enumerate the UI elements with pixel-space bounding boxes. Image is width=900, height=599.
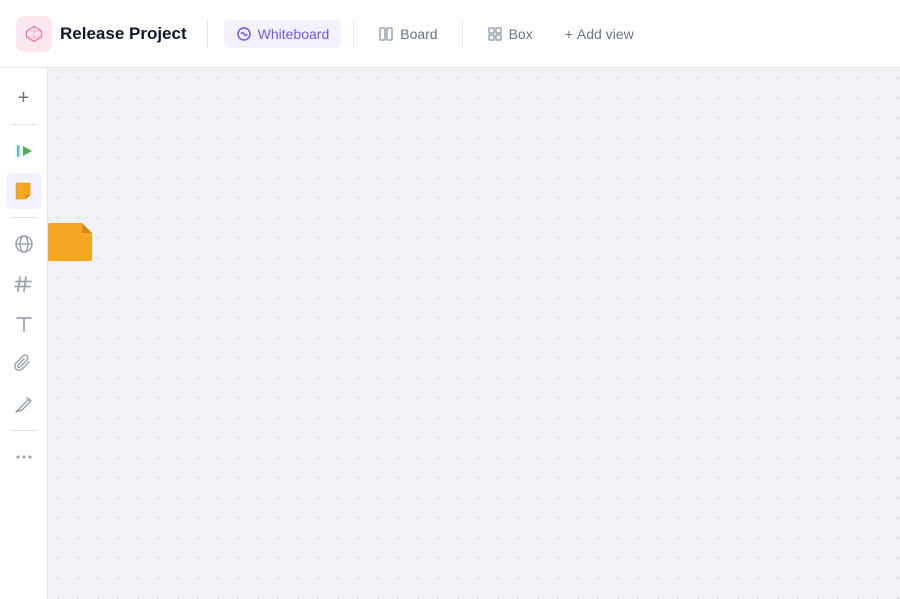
main-content: + xyxy=(0,68,900,599)
sticky-note-icon xyxy=(12,179,36,203)
sidebar-item-shapes[interactable] xyxy=(6,133,42,169)
attach-icon xyxy=(13,353,35,375)
add-view-label: Add view xyxy=(577,26,634,42)
tab-box-label: Box xyxy=(509,26,533,42)
add-view-button[interactable]: + Add view xyxy=(553,20,646,48)
sidebar-sep-3 xyxy=(10,430,38,431)
tab-divider-2 xyxy=(462,20,463,48)
board-icon xyxy=(378,26,394,42)
sidebar-item-hashtag[interactable] xyxy=(6,266,42,302)
project-title: Release Project xyxy=(60,24,187,44)
sidebar-item-sticky[interactable] xyxy=(6,173,42,209)
header-divider xyxy=(207,20,208,48)
sidebar-item-text[interactable] xyxy=(6,306,42,342)
sidebar-item-more[interactable] xyxy=(6,439,42,475)
box-icon xyxy=(487,26,503,42)
sidebar-item-attach[interactable] xyxy=(6,346,42,382)
sidebar-sep-2 xyxy=(10,217,38,218)
pen-icon xyxy=(13,393,35,415)
sidebar-item-globe[interactable] xyxy=(6,226,42,262)
nav-tabs: Whiteboard Board xyxy=(224,20,646,48)
sidebar-item-pen[interactable] xyxy=(6,386,42,422)
hashtag-icon xyxy=(13,273,35,295)
tab-board-label: Board xyxy=(400,26,437,42)
more-icon xyxy=(13,446,35,468)
tab-box[interactable]: Box xyxy=(475,20,545,48)
project-icon xyxy=(16,16,52,52)
sidebar: + xyxy=(0,68,48,599)
sidebar-sep-1 xyxy=(10,124,38,125)
canvas-sticky-note[interactable] xyxy=(48,223,92,261)
add-view-plus-icon: + xyxy=(565,26,573,42)
tab-whiteboard[interactable]: Whiteboard xyxy=(224,20,342,48)
add-icon: + xyxy=(18,87,30,110)
shapes-icon xyxy=(12,139,36,163)
tab-divider-1 xyxy=(353,20,354,48)
tab-whiteboard-label: Whiteboard xyxy=(258,26,330,42)
sidebar-item-add[interactable]: + xyxy=(6,80,42,116)
globe-icon xyxy=(13,233,35,255)
header: Release Project Whiteboard Board xyxy=(0,0,900,68)
whiteboard-icon xyxy=(236,26,252,42)
text-icon xyxy=(13,313,35,335)
whiteboard-canvas[interactable] xyxy=(48,68,900,599)
tab-board[interactable]: Board xyxy=(366,20,449,48)
